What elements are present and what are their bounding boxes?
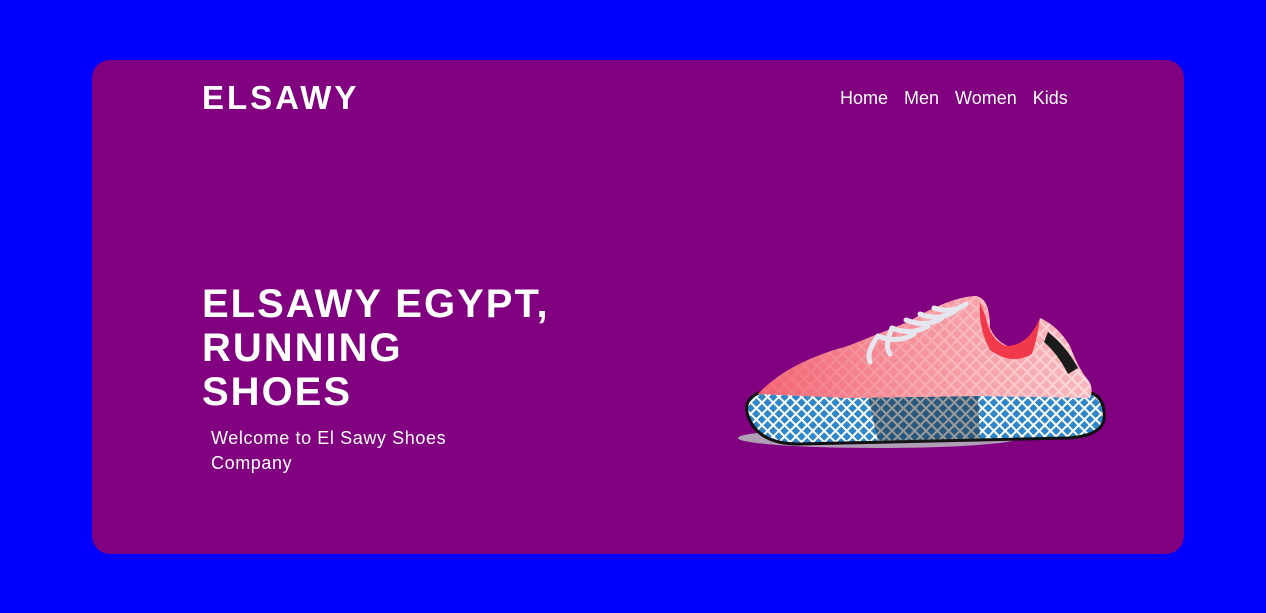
hero-title: ELSAWY EGYPT, RUNNING SHOES xyxy=(202,282,582,414)
hero-subtitle: Welcome to El Sawy Shoes Company xyxy=(211,428,447,473)
nav-link-kids[interactable]: Kids xyxy=(1033,86,1068,110)
brand-logo[interactable]: ELSAWY xyxy=(202,79,359,117)
nav-link-men[interactable]: Men xyxy=(904,86,939,110)
hero-title-line-3: SHOES xyxy=(202,370,353,414)
hero-title-line-1: ELSAWY EGYPT, xyxy=(202,282,550,326)
hero-card: ELSAWY Home Men Women Kids ELSAWY EGYPT,… xyxy=(92,60,1184,554)
nav-link-women[interactable]: Women xyxy=(955,86,1017,110)
running-shoe-image xyxy=(738,296,1106,448)
hero-title-line-2: RUNNING xyxy=(202,326,403,370)
main-nav: Home Men Women Kids xyxy=(840,86,1068,110)
nav-link-home[interactable]: Home xyxy=(840,86,888,110)
